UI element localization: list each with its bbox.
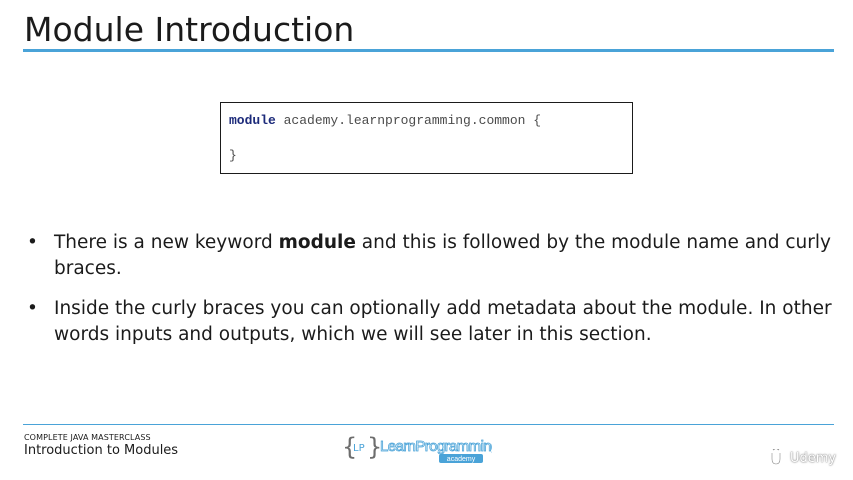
logo-name: LearnProgramming [380,438,492,455]
footer-course-name: COMPLETE JAVA MASTERCLASS [24,433,151,442]
slide-title: Module Introduction [24,10,355,49]
udemy-logo-icon [770,449,782,465]
bullet-list: • There is a new keyword module and this… [24,230,834,362]
code-line-1: module academy.learnprogramming.common { [229,113,541,128]
title-underline [23,49,834,52]
code-module-name: academy.learnprogramming.common { [275,113,542,128]
code-line-2: } [229,148,237,163]
learnprogramming-logo-icon: { LP } LearnProgramming academy [342,433,492,463]
bullet-item: • Inside the curly braces you can option… [24,296,834,348]
footer-section-name: Introduction to Modules [24,443,179,458]
bullet-dot: • [27,232,38,253]
bullet-bold-keyword: module [278,232,356,253]
bullet-item: • There is a new keyword module and this… [24,230,834,282]
bullet-text: Inside the curly braces you can optional… [54,298,832,345]
code-keyword: module [229,113,276,128]
bullet-text-part: There is a new keyword [54,232,279,253]
footer-rule [23,424,834,425]
udemy-watermark: Udemy [770,449,850,469]
code-box: module academy.learnprogramming.common {… [220,102,633,174]
slide: Module Introduction module academy.learn… [0,0,853,480]
logo-lp: LP [353,443,365,454]
udemy-wordmark: Udemy [790,451,837,466]
bullet-dot: • [27,298,38,319]
logo-subtitle: academy [447,456,476,463]
